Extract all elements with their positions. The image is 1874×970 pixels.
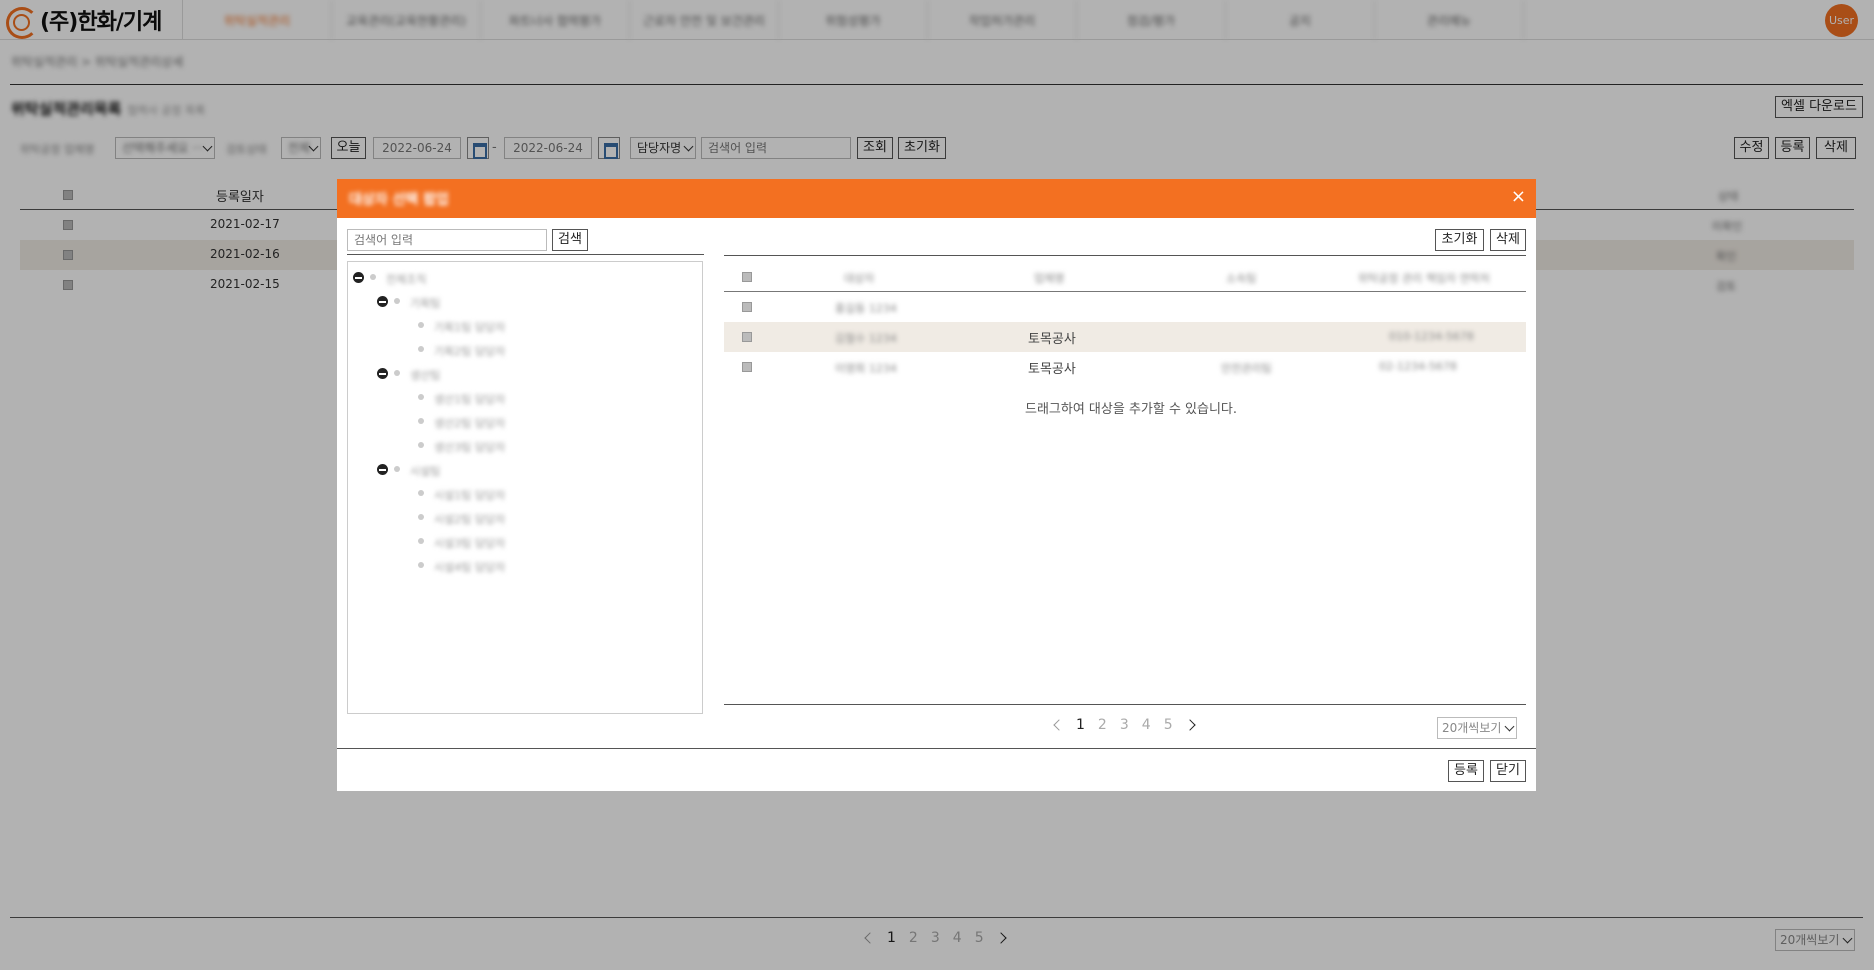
- row-contact: 02-1234-5678: [1379, 360, 1457, 373]
- tree-node-leaf[interactable]: 시설4팀 담당자: [434, 559, 505, 575]
- divider: [724, 704, 1526, 705]
- node-dot-icon: [418, 346, 424, 352]
- tree-node-leaf[interactable]: 생산2팀 담당자: [434, 415, 505, 431]
- close-icon[interactable]: ×: [1511, 188, 1526, 206]
- collapse-icon[interactable]: [377, 368, 388, 379]
- node-dot-icon: [418, 538, 424, 544]
- column-header-team: 소속팀: [1226, 272, 1257, 285]
- node-dot-icon: [418, 490, 424, 496]
- selected-row[interactable]: 이영희 1234 토목공사 안전관리팀 02-1234-5678: [724, 352, 1526, 382]
- node-dot-icon: [418, 562, 424, 568]
- chevron-right-icon[interactable]: [1183, 719, 1196, 731]
- drag-hint: 드래그하여 대상을 추가할 수 있습니다.: [1025, 402, 1238, 417]
- modal-reset-button[interactable]: 초기화: [1435, 229, 1484, 251]
- divider: [337, 748, 1536, 749]
- tree-node-group[interactable]: 기획팀: [410, 295, 440, 311]
- chevron-down-icon: [1504, 721, 1515, 732]
- node-dot-icon: [370, 274, 376, 280]
- node-dot-icon: [418, 322, 424, 328]
- row-name: 김철수 1234: [835, 332, 897, 345]
- org-tree: 전체조직 기획팀 기획1팀 담당자 기획2팀 담당자 생산팀 생산1팀 담당자 …: [347, 261, 703, 714]
- select-all-checkbox[interactable]: [742, 272, 752, 282]
- node-dot-icon: [394, 370, 400, 376]
- row-checkbox[interactable]: [742, 302, 752, 312]
- collapse-icon[interactable]: [377, 296, 388, 307]
- target-select-modal: 대상자 선택 팝업 × 검색어 입력 검색 전체조직 기획팀 기획1팀 담당자 …: [337, 179, 1536, 791]
- row-checkbox[interactable]: [742, 332, 752, 342]
- node-dot-icon: [418, 514, 424, 520]
- tree-node-leaf[interactable]: 시설3팀 담당자: [434, 535, 505, 551]
- row-name: 이영희 1234: [835, 362, 897, 375]
- page-link[interactable]: 5: [1164, 717, 1173, 733]
- row-checkbox[interactable]: [742, 362, 752, 372]
- modal-close-button[interactable]: 닫기: [1490, 760, 1526, 782]
- node-dot-icon: [418, 418, 424, 424]
- modal-page-size-select[interactable]: 20개씩보기: [1437, 717, 1517, 739]
- page-link[interactable]: 1: [1076, 717, 1085, 733]
- selected-row[interactable]: 김철수 1234 토목공사 010-1234-5678: [724, 322, 1526, 352]
- column-header-contact: 위탁공정 관리 책임자 연락처: [1358, 272, 1490, 285]
- modal-header: 대상자 선택 팝업 ×: [337, 179, 1536, 218]
- collapse-icon[interactable]: [353, 272, 364, 283]
- tree-node-leaf[interactable]: 생산3팀 담당자: [434, 439, 505, 455]
- modal-delete-button[interactable]: 삭제: [1490, 229, 1526, 251]
- tree-search-input[interactable]: 검색어 입력: [347, 229, 547, 251]
- divider: [724, 255, 1526, 256]
- divider: [347, 254, 704, 255]
- tree-search-button[interactable]: 검색: [552, 229, 588, 251]
- tree-node-leaf[interactable]: 생산1팀 담당자: [434, 391, 505, 407]
- tree-node-group[interactable]: 시설팀: [410, 463, 440, 479]
- tree-node-group[interactable]: 생산팀: [410, 367, 440, 383]
- modal-title: 대상자 선택 팝업: [349, 192, 449, 208]
- page-link[interactable]: 3: [1120, 717, 1129, 733]
- selected-row[interactable]: 홍길동 1234: [724, 292, 1526, 322]
- column-header-company: 업체명: [1034, 272, 1065, 285]
- row-company: 토목공사: [1028, 362, 1076, 377]
- tree-node-leaf[interactable]: 시설1팀 담당자: [434, 487, 505, 503]
- tree-node-leaf[interactable]: 기획1팀 담당자: [434, 319, 505, 335]
- page-link[interactable]: 4: [1142, 717, 1151, 733]
- node-dot-icon: [394, 466, 400, 472]
- page-link[interactable]: 2: [1098, 717, 1107, 733]
- collapse-icon[interactable]: [377, 464, 388, 475]
- row-company: 토목공사: [1028, 332, 1076, 347]
- row-team: 안전관리팀: [1221, 362, 1272, 375]
- modal-pagination: 1 2 3 4 5: [1053, 717, 1196, 733]
- tree-node-leaf[interactable]: 시설2팀 담당자: [434, 511, 505, 527]
- row-name: 홍길동 1234: [835, 302, 897, 315]
- row-contact: 010-1234-5678: [1389, 330, 1474, 343]
- column-header-name: 대상자: [844, 272, 875, 285]
- modal-register-button[interactable]: 등록: [1448, 760, 1484, 782]
- node-dot-icon: [394, 298, 400, 304]
- chevron-left-icon[interactable]: [1053, 719, 1065, 731]
- node-dot-icon: [418, 394, 424, 400]
- tree-node-root[interactable]: 전체조직: [386, 271, 426, 287]
- node-dot-icon: [418, 442, 424, 448]
- page-size-value: 20개씩보기: [1442, 721, 1502, 735]
- tree-node-leaf[interactable]: 기획2팀 담당자: [434, 343, 505, 359]
